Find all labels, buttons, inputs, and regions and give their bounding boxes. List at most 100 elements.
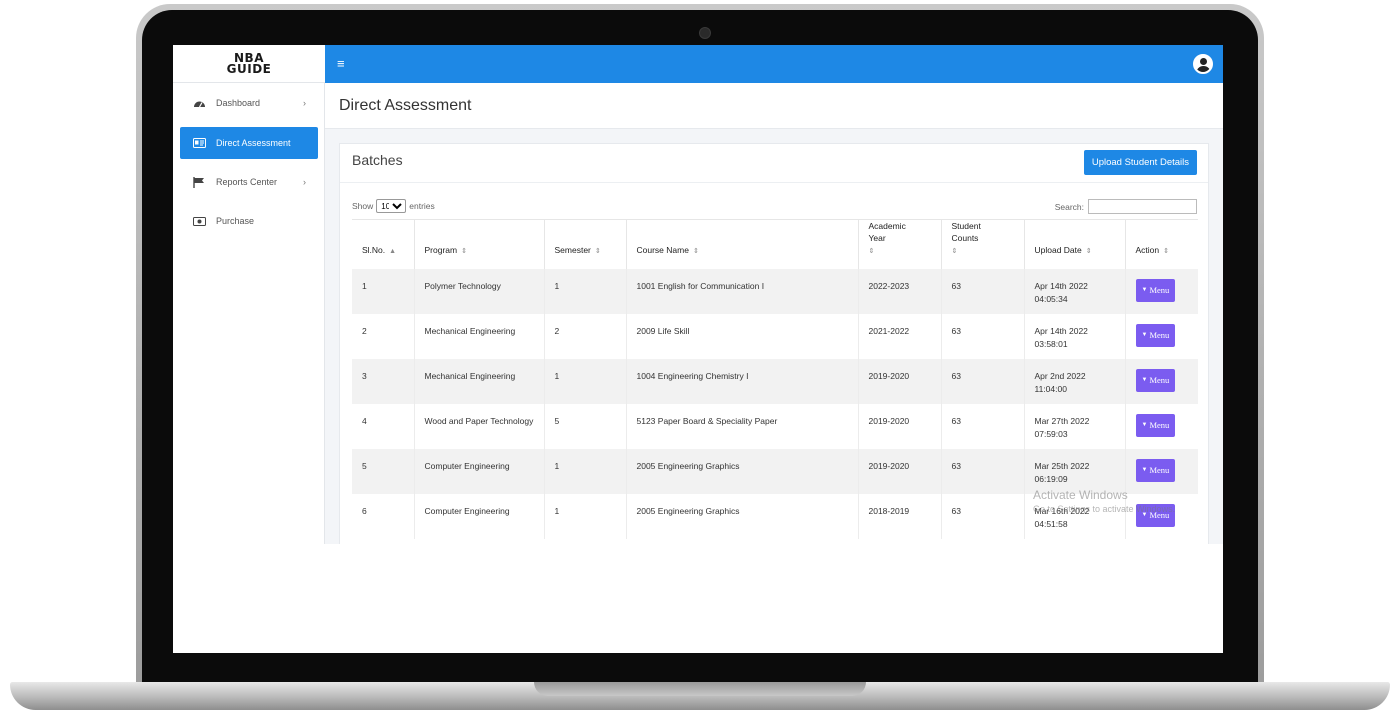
cell-action: ▼ Menu — [1125, 494, 1198, 539]
upload-time: 04:05:34 — [1034, 294, 1068, 304]
table-row: 5 Computer Engineering 1 2005 Engineering G… — [352, 449, 1198, 494]
sidebar-item-direct-assessment[interactable]: Direct Assessment — [180, 127, 318, 159]
sidebar-item-reports-center[interactable]: Reports Center › — [180, 166, 318, 198]
show-entries-control: Show 10 entries — [352, 199, 435, 213]
cell-action: ▼ Menu — [1125, 359, 1198, 404]
cell-course-name: 1001 English for Communication I — [626, 269, 859, 314]
entries-per-page-select[interactable]: 10 — [376, 199, 407, 213]
column-header-sl-no[interactable]: Sl.No. ▲ — [352, 219, 415, 269]
logo-area[interactable]: NBA GUIDE — [173, 45, 325, 83]
sort-asc-icon: ▲ — [389, 248, 397, 255]
row-menu-button[interactable]: ▼ Menu — [1135, 504, 1176, 527]
cell-student-counts: 63 — [941, 494, 1025, 539]
sort-icon: ⇕ — [1163, 248, 1169, 255]
upload-date: Mar 27th 2022 — [1034, 416, 1090, 426]
cell-action: ▼ Menu — [1125, 314, 1198, 359]
column-header-student-counts[interactable]: Student Counts ⇕ — [941, 219, 1025, 269]
table-row: 2 Mechanical Engineering 2 2009 Life Skill 2… — [352, 314, 1198, 359]
cell-semester: 1 — [544, 269, 627, 314]
sort-icon: ⇕ — [951, 248, 958, 255]
search-label: Search: — [1054, 201, 1084, 212]
cell-course-name: 1004 Engineering Chemistry I — [626, 359, 859, 404]
sidebar-item-dashboard[interactable]: Dashboard › — [180, 87, 318, 119]
column-header-semester[interactable]: Semester ⇕ — [544, 219, 627, 269]
row-menu-button[interactable]: ▼ Menu — [1135, 279, 1176, 302]
column-header-upload-date[interactable]: Upload Date ⇕ — [1024, 219, 1126, 269]
caret-down-icon: ▼ — [1141, 287, 1148, 293]
cell-sl-no: 3 — [352, 359, 415, 404]
cell-program: Wood and Paper Technology — [414, 404, 545, 449]
column-header-academic-year[interactable]: Academic Year ⇕ — [858, 219, 942, 269]
cell-course-name: 2005 Engineering Graphics — [626, 449, 859, 494]
cell-sl-no: 2 — [352, 314, 415, 359]
cell-academic-year: 2019-2020 — [858, 404, 942, 449]
dashboard-gauge-icon — [192, 97, 206, 109]
sort-icon: ⇕ — [594, 248, 601, 255]
upload-date: Apr 2nd 2022 — [1034, 371, 1086, 381]
nba-guide-logo[interactable]: NBA GUIDE — [227, 52, 272, 75]
chevron-right-icon: › — [303, 177, 306, 187]
cell-sl-no: 5 — [352, 449, 415, 494]
cell-program: Polymer Technology — [414, 269, 545, 314]
row-menu-button[interactable]: ▼ Menu — [1135, 414, 1176, 437]
cell-student-counts: 63 — [941, 449, 1025, 494]
app-window: NBA GUIDE ≡ Dashboard › Direct Assessmen… — [173, 45, 1223, 544]
column-header-program[interactable]: Program ⇕ — [414, 219, 545, 269]
menu-button-label: Menu — [1149, 375, 1170, 385]
menu-button-label: Menu — [1149, 330, 1170, 340]
upload-date: Mar 25th 2022 — [1034, 461, 1090, 471]
flag-icon — [192, 176, 206, 188]
table-row: 6 Computer Engineering 1 2005 Engineering G… — [352, 494, 1198, 539]
cell-sl-no: 1 — [352, 269, 415, 314]
cell-academic-year: 2022-2023 — [858, 269, 942, 314]
cell-program: Mechanical Engineering — [414, 359, 545, 404]
menu-button-label: Menu — [1149, 285, 1170, 295]
table-body: 1 Polymer Technology 1 1001 English for Com… — [352, 269, 1198, 539]
cell-program: Mechanical Engineering — [414, 314, 545, 359]
upload-time: 06:19:09 — [1034, 474, 1068, 484]
caret-down-icon: ▼ — [1141, 512, 1148, 518]
cell-action: ▼ Menu — [1125, 269, 1198, 314]
row-menu-button[interactable]: ▼ Menu — [1135, 459, 1176, 482]
search-input[interactable] — [1088, 199, 1197, 214]
cell-sl-no: 6 — [352, 494, 415, 539]
webcam-icon — [699, 27, 711, 39]
menu-button-label: Menu — [1149, 510, 1170, 520]
upload-student-details-button[interactable]: Upload Student Details — [1083, 150, 1197, 175]
sidebar-item-purchase[interactable]: Purchase — [180, 205, 318, 237]
sidebar-item-label: Direct Assessment — [216, 138, 291, 148]
table-row: 3 Mechanical Engineering 1 1004 Engineering… — [352, 359, 1198, 404]
cell-academic-year: 2019-2020 — [858, 359, 942, 404]
user-avatar-icon[interactable] — [1193, 54, 1213, 74]
row-menu-button[interactable]: ▼ Menu — [1135, 369, 1176, 392]
cell-upload-date: Mar 25th 2022 06:19:09 — [1024, 449, 1126, 494]
entries-label: entries — [409, 201, 435, 211]
caret-down-icon: ▼ — [1141, 467, 1148, 473]
laptop-screen: NBA GUIDE ≡ Dashboard › Direct Assessmen… — [173, 45, 1223, 653]
column-header-course-name[interactable]: Course Name ⇕ — [626, 219, 859, 269]
row-menu-button[interactable]: ▼ Menu — [1135, 324, 1176, 347]
show-label: Show — [352, 201, 374, 211]
sidebar-item-label: Purchase — [216, 216, 255, 226]
top-navbar: ≡ — [325, 45, 1223, 83]
column-header-action[interactable]: Action ⇕ — [1125, 219, 1198, 269]
menu-button-label: Menu — [1149, 420, 1170, 430]
id-card-icon — [192, 137, 206, 149]
upload-date: Apr 14th 2022 — [1034, 326, 1088, 336]
upload-time: 04:51:58 — [1034, 519, 1068, 529]
cell-upload-date: Apr 14th 2022 04:05:34 — [1024, 269, 1126, 314]
hamburger-icon[interactable]: ≡ — [337, 56, 345, 71]
cell-action: ▼ Menu — [1125, 449, 1198, 494]
sort-icon: ⇕ — [868, 248, 875, 255]
upload-time: 03:58:01 — [1034, 339, 1068, 349]
caret-down-icon: ▼ — [1141, 377, 1148, 383]
cell-student-counts: 63 — [941, 359, 1025, 404]
caret-down-icon: ▼ — [1141, 332, 1148, 338]
cell-academic-year: 2019-2020 — [858, 449, 942, 494]
sort-icon: ⇕ — [692, 248, 699, 255]
batches-table: Sl.No. ▲ Program ⇕ Semester ⇕ Course Name ⇕ … — [352, 219, 1198, 539]
cell-upload-date: Apr 14th 2022 03:58:01 — [1024, 314, 1126, 359]
caret-down-icon: ▼ — [1141, 422, 1148, 428]
laptop-hinge-notch — [534, 682, 866, 696]
cell-upload-date: Mar 16th 2022 04:51:58 — [1024, 494, 1126, 539]
